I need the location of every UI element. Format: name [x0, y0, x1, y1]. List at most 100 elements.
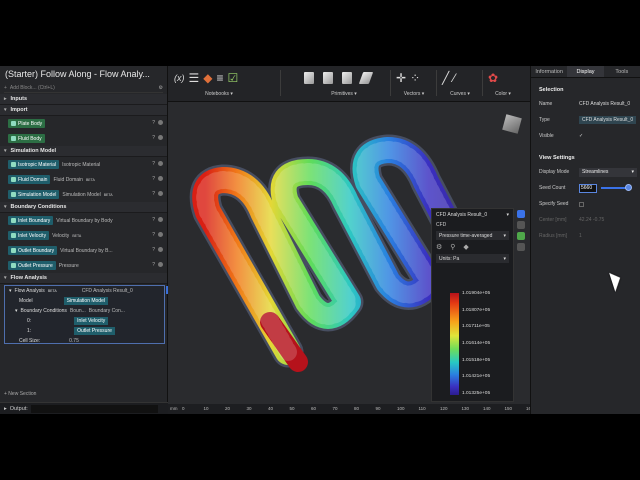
curves-menu[interactable]: Curves ▾ [442, 91, 478, 97]
cell-size-param[interactable]: Cell Size: 0.75 [5, 336, 164, 346]
shapes-icon[interactable]: ◆ [463, 243, 468, 251]
checklist-icon[interactable]: ☑ [228, 71, 239, 85]
help-icon[interactable]: ? [152, 120, 155, 126]
model-param[interactable]: Model Simulation Model [5, 296, 164, 306]
vectors-menu[interactable]: Vectors ▾ [396, 91, 432, 97]
help-icon[interactable]: ? [152, 232, 155, 238]
add-block-field[interactable]: + Add Block... (Ctrl+L) ⚙ [4, 83, 163, 93]
inputs-section[interactable]: ▸ Inputs [0, 94, 167, 105]
visibility-dot-icon[interactable] [158, 262, 163, 267]
settings-icon[interactable]: ⚙ [436, 243, 442, 251]
app-window: (Starter) Follow Along - Flow Analy... +… [0, 66, 640, 414]
fluid-domain-chip[interactable]: Fluid Domain [8, 175, 51, 184]
cylinder-icon[interactable] [342, 72, 352, 84]
crosshair-icon[interactable]: ✛ [396, 71, 406, 85]
list-icon[interactable]: ☰ [189, 71, 200, 85]
numbered-list-icon[interactable]: ≡ [217, 71, 224, 85]
points-icon[interactable]: ⁘ [410, 71, 420, 85]
visibility-dot-icon[interactable] [158, 176, 163, 181]
list-item[interactable]: Inlet Velocity Velocity BETA ? [0, 228, 167, 243]
bc-item-1[interactable]: 1: Outlet Pressure [5, 326, 164, 336]
list-item[interactable]: Simulation Model Simulation Model BETA ? [0, 187, 167, 202]
help-icon[interactable]: ? [152, 217, 155, 223]
box-icon[interactable] [304, 72, 314, 84]
color-menu[interactable]: Color ▾ [488, 91, 518, 97]
curve-icon[interactable]: ⁄ [453, 71, 455, 85]
visible-checkbox[interactable]: ✓ [579, 133, 583, 139]
cell-size-value[interactable]: 0.75 [69, 338, 79, 344]
cursor-icon[interactable] [517, 210, 525, 218]
outlet-pressure-chip[interactable]: Outlet Pressure [8, 261, 56, 270]
primitives-menu[interactable]: Primitives ▾ [304, 91, 384, 97]
plane-icon[interactable] [358, 72, 374, 84]
list-item[interactable]: Inlet Boundary Virtual Boundary by Body … [0, 213, 167, 228]
legend-title[interactable]: CFD Analysis Result_0 ▾ [432, 209, 513, 220]
isotropic-material-chip[interactable]: Isotropic Material [8, 160, 60, 169]
bc-item-0[interactable]: 0: Inlet Velocity [5, 316, 164, 326]
simulation-model-section[interactable]: ▾ Simulation Model [0, 146, 167, 157]
simulation-model-chip[interactable]: Simulation Model [8, 190, 60, 199]
list-item[interactable]: Outlet Pressure Pressure ? [0, 258, 167, 273]
help-icon[interactable]: ? [152, 191, 155, 197]
list-item[interactable]: Fluid Domain Fluid Domain BETA ? [0, 172, 167, 187]
visibility-dot-icon[interactable] [158, 232, 163, 237]
list-item[interactable]: Plate Body ? [0, 116, 167, 131]
tab-display[interactable]: Display [567, 66, 604, 77]
outlet-pressure-tag[interactable]: Outlet Pressure [74, 327, 115, 335]
color-wheel-icon[interactable]: ✿ [488, 71, 498, 85]
help-icon[interactable]: ? [152, 135, 155, 141]
expression-icon[interactable]: (x) [174, 73, 185, 83]
pin-icon[interactable]: ⚲ [450, 243, 455, 251]
gear-icon[interactable]: ⚙ [159, 85, 163, 91]
shapes-icon[interactable]: ◆ [203, 71, 212, 85]
center-value[interactable]: 42.24 -0.75 [579, 217, 604, 223]
layers-icon[interactable] [517, 221, 525, 229]
seed-count-input[interactable]: 5660 [579, 183, 597, 193]
help-icon[interactable]: ? [152, 247, 155, 253]
help-icon[interactable]: ? [152, 176, 155, 182]
output-field[interactable] [30, 404, 158, 413]
visibility-dot-icon[interactable] [158, 161, 163, 166]
visibility-dot-icon[interactable] [158, 120, 163, 125]
type-value[interactable]: CFD Analysis Result_0 [579, 116, 637, 124]
inlet-velocity-tag[interactable]: Inlet Velocity [74, 317, 109, 325]
quantity-select[interactable]: Pressure time-averaged ▾ [436, 231, 509, 240]
flow-analysis-section[interactable]: ▾ Flow Analysis [0, 273, 167, 284]
list-item[interactable]: Outlet Boundary Virtual Boundary by B...… [0, 243, 167, 258]
inlet-boundary-chip[interactable]: Inlet Boundary [8, 216, 54, 225]
visibility-dot-icon[interactable] [158, 135, 163, 140]
boundary-conditions-param[interactable]: ▾ Boundary Conditions Boun... Boundary C… [5, 306, 164, 316]
seed-count-slider[interactable] [601, 184, 632, 191]
new-section-button[interactable]: + New Section [4, 391, 36, 397]
inlet-velocity-chip[interactable]: Inlet Velocity [8, 231, 50, 240]
import-section[interactable]: ▾ Import [0, 105, 167, 116]
boundary-conditions-section[interactable]: ▾ Boundary Conditions [0, 202, 167, 213]
specify-seed-checkbox[interactable] [579, 201, 584, 207]
units-select[interactable]: Units: Pa ▾ [436, 254, 509, 263]
fluid-body-chip[interactable]: Fluid Body [8, 134, 45, 143]
notebooks-menu[interactable]: Notebooks ▾ [174, 91, 264, 97]
list-item[interactable]: Fluid Body ? [0, 131, 167, 146]
flow-analysis-block[interactable]: + ▾ Flow Analysis BETA CFD Analysis Resu… [4, 285, 174, 346]
help-icon[interactable]: ? [152, 262, 155, 268]
slider-knob[interactable] [625, 184, 632, 191]
help-icon[interactable]: ? [152, 161, 155, 167]
display-mode-select[interactable]: Streamlines ▾ [579, 167, 637, 177]
color-icon[interactable] [517, 232, 525, 240]
visibility-dot-icon[interactable] [158, 191, 163, 196]
list-item[interactable]: Isotropic Material Isotropic Material ? [0, 157, 167, 172]
cube-icon[interactable] [323, 72, 333, 84]
plate-body-chip[interactable]: Plate Body [8, 119, 46, 128]
tab-tools[interactable]: Tools [604, 66, 640, 77]
outlet-boundary-chip[interactable]: Outlet Boundary [8, 246, 58, 255]
flow-analysis-header[interactable]: ▾ Flow Analysis BETA CFD Analysis Result… [5, 286, 164, 296]
radius-value[interactable]: 1 [579, 233, 582, 239]
visibility-dot-icon[interactable] [158, 247, 163, 252]
tab-information[interactable]: Information [531, 66, 567, 77]
grid-icon[interactable] [517, 243, 525, 251]
selection-heading: Selection [539, 87, 564, 93]
3d-viewport[interactable]: CFD Analysis Result_0 ▾ CFD Pressure time… [168, 102, 530, 404]
visibility-dot-icon[interactable] [158, 217, 163, 222]
model-tag[interactable]: Simulation Model [63, 297, 108, 305]
line-icon[interactable]: ╱ [442, 71, 449, 85]
